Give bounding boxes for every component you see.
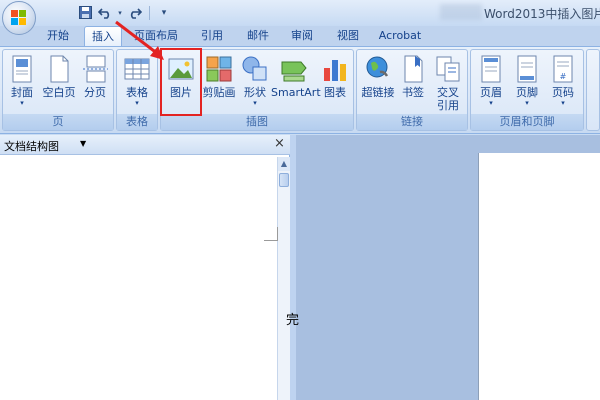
qat-separator bbox=[149, 5, 150, 20]
header-icon bbox=[481, 55, 501, 83]
red-arrow-annotation bbox=[115, 20, 164, 60]
chart-icon bbox=[324, 60, 346, 81]
document-text[interactable]: 完 bbox=[286, 309, 299, 328]
document-map-header: 文档结构图 ▼ × bbox=[0, 135, 290, 155]
scroll-thumb[interactable] bbox=[279, 173, 289, 187]
picture-label: 图片 bbox=[170, 86, 192, 99]
page-break-label: 分页 bbox=[84, 86, 106, 99]
tab-home[interactable]: 开始 bbox=[40, 26, 76, 46]
page-number-icon: # bbox=[553, 55, 573, 83]
group-pages-label: 页 bbox=[3, 114, 113, 130]
workspace: 文档结构图 ▼ × ▲ 完 bbox=[0, 135, 600, 400]
smartart-icon bbox=[281, 61, 307, 82]
hyperlink-button[interactable]: 超链接 bbox=[359, 52, 397, 114]
smartart-button[interactable]: SmartArt bbox=[271, 52, 321, 114]
group-tables-label: 表格 bbox=[117, 114, 157, 130]
shapes-button[interactable]: 形状 ▾ bbox=[239, 52, 271, 114]
quick-access-toolbar: ▾ ▾ bbox=[40, 4, 173, 21]
cross-reference-icon bbox=[436, 56, 460, 82]
scroll-up-icon[interactable]: ▲ bbox=[278, 157, 290, 171]
group-links-label: 链接 bbox=[357, 114, 467, 130]
office-logo-icon bbox=[11, 10, 27, 26]
chart-label: 图表 bbox=[324, 86, 346, 99]
office-button[interactable] bbox=[2, 1, 36, 35]
redo-icon[interactable] bbox=[126, 4, 144, 21]
customize-icon[interactable]: ▾ bbox=[155, 4, 173, 21]
group-illustrations-label: 插图 bbox=[161, 114, 353, 130]
cover-button[interactable]: 封面 ▾ bbox=[5, 52, 39, 114]
clip-art-label: 剪贴画 bbox=[202, 86, 236, 99]
bookmark-icon bbox=[404, 55, 423, 83]
shapes-dropdown-arrow: ▾ bbox=[253, 99, 257, 107]
table-label: 表格 bbox=[126, 86, 148, 99]
word-window: ▾ ▾ Word2013中插入图片显示 开始 插入 页面布局 引用 邮件 审阅 … bbox=[0, 0, 600, 400]
group-illustrations: 图片 剪贴画 形状 ▾ SmartArt 图表 插图 bbox=[160, 49, 354, 131]
tab-mailings[interactable]: 邮件 bbox=[238, 26, 278, 46]
svg-text:#: # bbox=[560, 72, 567, 81]
tab-references[interactable]: 引用 bbox=[192, 26, 232, 46]
cross-reference-button[interactable]: 交叉 引用 bbox=[431, 52, 465, 114]
blank-page-button[interactable]: 空白页 bbox=[41, 52, 77, 114]
blank-page-icon bbox=[50, 55, 69, 83]
page-number-button[interactable]: # 页码 ▾ bbox=[545, 52, 581, 114]
cover-page-icon bbox=[12, 55, 32, 83]
blank-page-label: 空白页 bbox=[42, 86, 76, 99]
footer-button[interactable]: 页脚 ▾ bbox=[509, 52, 545, 114]
hyperlink-globe-icon bbox=[366, 56, 389, 78]
group-header-footer: 页眉 ▾ 页脚 ▾ # 页码 ▾ 页眉和页脚 bbox=[470, 49, 584, 131]
bookmark-button[interactable]: 书签 bbox=[397, 52, 429, 114]
document-area bbox=[296, 135, 600, 400]
cross-reference-label-line1: 交叉 bbox=[437, 86, 459, 99]
group-header-footer-label: 页眉和页脚 bbox=[471, 114, 583, 130]
ribbon: 封面 ▾ 空白页 分页 页 表格 ▾ 表格 图片 剪贴画 形状 ▾ SmartA… bbox=[0, 46, 600, 134]
cross-reference-label-line2: 引用 bbox=[437, 99, 459, 112]
smartart-label: SmartArt bbox=[271, 86, 321, 99]
footer-dropdown-arrow: ▾ bbox=[525, 99, 529, 107]
cover-dropdown-arrow: ▾ bbox=[20, 99, 24, 107]
undo-icon[interactable] bbox=[96, 4, 114, 21]
tab-review[interactable]: 审阅 bbox=[282, 26, 322, 46]
save-icon[interactable] bbox=[76, 4, 94, 21]
title-bar: ▾ ▾ Word2013中插入图片显示 bbox=[0, 0, 600, 35]
page-break-icon bbox=[83, 55, 108, 83]
page-number-label: 页码 bbox=[552, 86, 574, 99]
blurred-title-prefix bbox=[440, 4, 482, 20]
undo-dropdown-icon[interactable]: ▾ bbox=[116, 4, 124, 21]
page-margin-mark bbox=[264, 227, 278, 241]
clip-art-icon bbox=[206, 56, 232, 82]
table-dropdown-arrow: ▾ bbox=[135, 99, 139, 107]
tab-view[interactable]: 视图 bbox=[328, 26, 368, 46]
ribbon-tabs: 开始 插入 页面布局 引用 邮件 审阅 视图 Acrobat bbox=[0, 26, 600, 46]
bookmark-label: 书签 bbox=[402, 86, 424, 99]
clip-art-button[interactable]: 剪贴画 bbox=[201, 52, 237, 114]
hyperlink-label: 超链接 bbox=[361, 86, 395, 99]
tab-acrobat[interactable]: Acrobat bbox=[374, 26, 426, 46]
group-pages: 封面 ▾ 空白页 分页 页 bbox=[2, 49, 114, 131]
document-map-title: 文档结构图 bbox=[4, 140, 59, 153]
group-overflow bbox=[586, 49, 600, 131]
document-map-pane: 文档结构图 ▼ × ▲ bbox=[0, 135, 290, 400]
document-map-scrollbar[interactable]: ▲ bbox=[277, 157, 290, 400]
footer-icon bbox=[517, 55, 537, 83]
chart-button[interactable]: 图表 bbox=[319, 52, 351, 114]
close-icon[interactable]: × bbox=[274, 137, 285, 151]
page-break-button[interactable]: 分页 bbox=[79, 52, 111, 114]
cover-label: 封面 bbox=[11, 86, 33, 99]
header-button[interactable]: 页眉 ▾ bbox=[473, 52, 509, 114]
header-label: 页眉 bbox=[480, 86, 502, 99]
header-dropdown-arrow: ▾ bbox=[489, 99, 493, 107]
window-title: Word2013中插入图片显示 bbox=[484, 7, 600, 21]
shapes-label: 形状 bbox=[244, 86, 266, 99]
shapes-icon bbox=[242, 56, 267, 81]
group-links: 超链接 书签 交叉 引用 链接 bbox=[356, 49, 468, 131]
document-map-dropdown-icon[interactable]: ▼ bbox=[80, 139, 86, 148]
page-number-dropdown-arrow: ▾ bbox=[561, 99, 565, 107]
document-page[interactable] bbox=[478, 153, 600, 400]
footer-label: 页脚 bbox=[516, 86, 538, 99]
